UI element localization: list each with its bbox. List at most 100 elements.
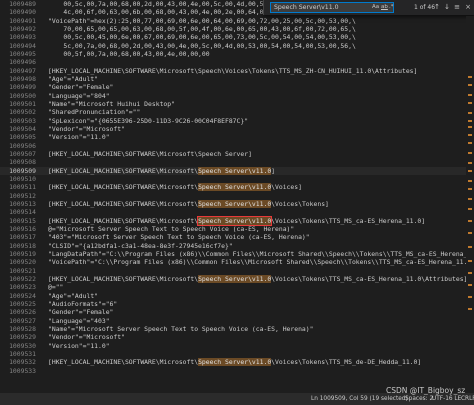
code-segment: "VoicePath"="C:\\Program Files (x86)\\Co… [48, 258, 474, 267]
next-match-icon[interactable]: ↓ [442, 2, 452, 13]
code-line[interactable]: 1009498 "Age"="Adult" [0, 75, 474, 83]
code-line[interactable]: 1009519 "LangDataPath"="C:\\Program Files… [0, 250, 474, 258]
scrollbar-match-marker [468, 272, 472, 274]
code-text: "Version"="11.0" [48, 133, 110, 141]
code-text: 5c,00,7a,00,68,00,2d,00,43,00,4e,00,5c,0… [48, 41, 356, 50]
code-line[interactable]: 1009522 [HKEY_LOCAL_MACHINE\SOFTWARE\Micr… [0, 274, 474, 283]
code-segment: "CLSID"="{a12bdfa1-c3a1-48ea-8e3f-27945e… [48, 241, 233, 250]
code-line[interactable]: 1009533 [0, 367, 474, 375]
code-line[interactable]: 1009492 70,00,65,00,65,00,63,00,68,00,5f… [0, 25, 474, 33]
line-number: 1009529 [9, 333, 36, 342]
code-segment: 5c,00,7a,00,68,00,2d,00,43,00,4e,00,5c,0… [48, 41, 356, 50]
code-line[interactable]: 1009511 [HKEY_LOCAL_MACHINE\SOFTWARE\Micr… [0, 183, 474, 192]
scrollbar-match-marker [468, 198, 472, 200]
code-line[interactable]: 1009516 @="Microsoft Server Speech Text t… [0, 225, 474, 233]
line-number: 1009498 [9, 74, 36, 83]
code-line[interactable]: 1009528 "Name"="Microsoft Server Speech T… [0, 325, 474, 333]
scrollbar-match-marker [468, 126, 472, 128]
code-segment: "Age"="Adult" [48, 291, 99, 300]
line-number: 1009508 [9, 158, 36, 167]
code-line[interactable]: 1009503 "SpLexicon"="{0655E396-25D0-11D3-… [0, 117, 474, 125]
code-segment: "Gender"="Female" [48, 83, 114, 92]
code-line[interactable]: 1009497 [HKEY_LOCAL_MACHINE\SOFTWARE\Micr… [0, 67, 474, 75]
code-line[interactable]: 1009532 [HKEY_LOCAL_MACHINE\SOFTWARE\Micr… [0, 358, 474, 367]
line-number: 1009528 [9, 324, 36, 333]
code-line[interactable]: 1009509 [HKEY_LOCAL_MACHINE\SOFTWARE\Micr… [0, 166, 474, 175]
code-text: [HKEY_LOCAL_MACHINE\SOFTWARE\Microsoft\S… [48, 166, 275, 175]
line-number: 1009499 [9, 83, 36, 92]
scrollbar-match-marker [468, 162, 472, 164]
code-line[interactable]: 1009499 "Gender"="Female" [0, 83, 474, 91]
code-line[interactable]: 1009517 "403"="Microsoft Server Speech Te… [0, 233, 474, 241]
code-text: "VoicePath"="C:\\Program Files (x86)\\Co… [48, 258, 474, 266]
code-segment: 00,5c,00,45,00,6e,00,67,00,69,00,6e,00,6… [48, 33, 356, 42]
code-line[interactable]: 1009525 "AudioFormats"="6" [0, 300, 474, 308]
vertical-scrollbar[interactable] [466, 16, 474, 393]
previous-match-icon[interactable]: ↑ [432, 2, 442, 13]
line-number: 1009505 [9, 133, 36, 142]
code-segment: 00,5f,00,7a,00,68,00,43,00,4e,00,00,00 [48, 49, 210, 58]
code-line[interactable]: 1009505 "Version"="11.0" [0, 133, 474, 141]
code-text: "AudioFormats"="6" [48, 300, 117, 308]
code-line[interactable]: 1009518 "CLSID"="{a12bdfa1-c3a1-48ea-8e3f… [0, 242, 474, 250]
code-line[interactable]: 1009523 @="" [0, 283, 474, 291]
line-number: 1009511 [9, 183, 36, 192]
code-text: "Language"="804" [48, 92, 110, 100]
line-number: 1009513 [9, 199, 36, 208]
code-line[interactable]: 1009530 "Version"="11.0" [0, 342, 474, 350]
code-segment: @="Microsoft Server Speech Text to Speec… [48, 224, 295, 233]
scrollbar-match-marker [468, 84, 472, 86]
code-line[interactable]: 1009495 00,5f,00,7a,00,68,00,43,00,4e,00… [0, 50, 474, 58]
code-line[interactable]: 1009512 [0, 192, 474, 200]
code-line[interactable]: 1009507 [HKEY_LOCAL_MACHINE\SOFTWARE\Micr… [0, 150, 474, 158]
code-line[interactable]: 1009513 [HKEY_LOCAL_MACHINE\SOFTWARE\Micr… [0, 199, 474, 208]
code-line[interactable]: 1009524 "Age"="Adult" [0, 292, 474, 300]
code-segment: [HKEY_LOCAL_MACHINE\SOFTWARE\Microsoft\ [48, 166, 199, 175]
whole-word-toggle[interactable]: ab [381, 3, 388, 12]
scrollbar-match-marker [468, 134, 472, 136]
code-line[interactable]: 1009514 [0, 208, 474, 216]
code-text: "CLSID"="{a12bdfa1-c3a1-48ea-8e3f-27945e… [48, 242, 233, 250]
code-text: 00,5f,00,7a,00,68,00,43,00,4e,00,00,00 [48, 49, 210, 58]
code-line[interactable]: 1009494 5c,00,7a,00,68,00,2d,00,43,00,4e… [0, 42, 474, 50]
code-line[interactable]: 1009504 "Vendor"="Microsoft" [0, 125, 474, 133]
code-line[interactable]: 1009529 "Vendor"="Microsoft" [0, 333, 474, 341]
code-line[interactable]: 1009506 [0, 142, 474, 150]
code-line[interactable]: 1009493 00,5c,00,45,00,6e,00,67,00,69,00… [0, 33, 474, 41]
code-line[interactable]: 1009500 "Language"="804" [0, 92, 474, 100]
code-text: "Version"="11.0" [48, 342, 110, 350]
code-segment: "Name"="Microsoft Server Speech Text to … [48, 324, 314, 333]
code-line[interactable]: 1009521 [0, 267, 474, 275]
code-line[interactable]: 1009491 "VoicePath"=hex(2):25,00,77,00,69… [0, 17, 474, 25]
code-segment: "Gender"="Female" [48, 308, 114, 317]
line-number: 1009520 [9, 258, 36, 267]
line-number: 1009495 [9, 49, 36, 58]
code-line[interactable]: 1009502 "SharedPronunciation"="" [0, 108, 474, 116]
close-icon[interactable]: × [463, 2, 473, 13]
line-number: 1009532 [9, 358, 36, 367]
scrollbar-match-marker [468, 232, 472, 234]
editor-area[interactable]: 1009489 00,5c,00,7a,00,68,00,2d,00,43,00… [0, 0, 474, 393]
code-segment: [HKEY_LOCAL_MACHINE\SOFTWARE\Microsoft\S… [48, 66, 418, 75]
regex-toggle[interactable]: .* [389, 3, 394, 12]
scrollbar-match-marker [468, 142, 472, 144]
code-line[interactable]: 1009496 [0, 58, 474, 66]
match-case-toggle[interactable]: Aa [372, 3, 379, 12]
code-line[interactable]: 1009526 "Gender"="Female" [0, 308, 474, 316]
code-line[interactable]: 1009510 [0, 175, 474, 183]
code-segment: \Voices\Tokens\TTS_MS_de-DE_Hedda_11.0] [271, 358, 422, 367]
code-line[interactable]: 1009531 [0, 350, 474, 358]
code-segment: [HKEY_LOCAL_MACHINE\SOFTWARE\Microsoft\S… [48, 149, 252, 158]
code-text: "SpLexicon"="{0655E396-25D0-11D3-9C26-00… [48, 117, 248, 125]
code-segment: "403"="Microsoft Server Speech Text to S… [48, 233, 310, 242]
code-line[interactable]: 1009508 [0, 158, 474, 166]
find-in-selection-icon[interactable]: ≡ [452, 2, 462, 13]
code-segment: "VoicePath"=hex(2):25,00,77,00,69,00,6e,… [48, 16, 356, 25]
code-line[interactable]: 1009527 "Language"="403" [0, 317, 474, 325]
code-line[interactable]: 1009501 "Name"="Microsoft Huihui Desktop" [0, 100, 474, 108]
code-line[interactable]: 1009515 [HKEY_LOCAL_MACHINE\SOFTWARE\Micr… [0, 215, 474, 226]
scrollbar-match-marker [468, 260, 472, 262]
code-text: 70,00,65,00,65,00,63,00,68,00,5f,00,4f,0… [48, 25, 355, 33]
line-number: 1009512 [9, 191, 36, 200]
code-line[interactable]: 1009520 "VoicePath"="C:\\Program Files (x… [0, 258, 474, 266]
